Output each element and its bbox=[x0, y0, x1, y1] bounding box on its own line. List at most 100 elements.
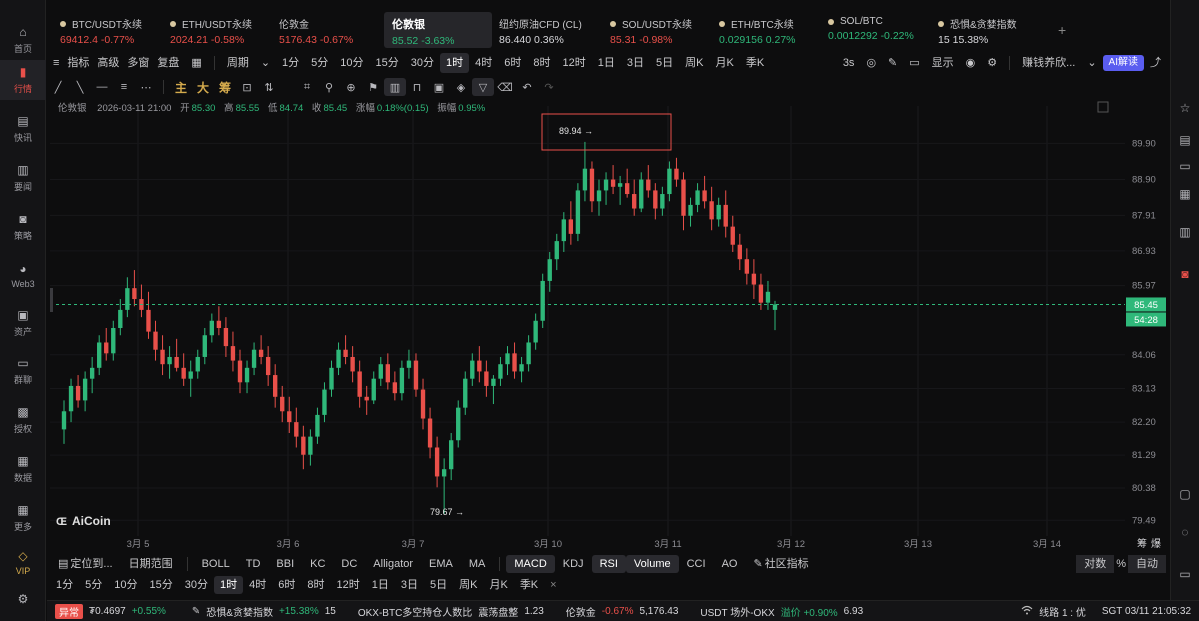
sub-indicator-2[interactable]: RSI bbox=[591, 555, 626, 573]
candle[interactable] bbox=[104, 328, 109, 361]
nav-item-7[interactable]: ▭ 群聊 bbox=[0, 351, 46, 391]
candle[interactable] bbox=[385, 353, 391, 390]
candle[interactable] bbox=[653, 183, 658, 220]
candle[interactable] bbox=[688, 197, 693, 227]
interval-6[interactable]: 4时 bbox=[469, 53, 498, 73]
candle[interactable] bbox=[533, 313, 538, 350]
interval-7[interactable]: 6时 bbox=[498, 53, 527, 73]
candle[interactable] bbox=[132, 270, 137, 307]
lock-icon[interactable]: ⊓ bbox=[406, 78, 428, 96]
chevron-down-icon[interactable]: ⌄ bbox=[255, 53, 276, 73]
fullscreen-icon[interactable] bbox=[1097, 101, 1109, 113]
bottom-interval-7[interactable]: 6时 bbox=[272, 576, 301, 594]
main-indicator-6[interactable]: EMA bbox=[421, 555, 461, 573]
candle[interactable] bbox=[646, 165, 651, 198]
candle[interactable] bbox=[209, 313, 215, 343]
candle[interactable] bbox=[336, 342, 341, 376]
magnet-icon[interactable]: ⊡ bbox=[236, 78, 258, 96]
date-range-button[interactable]: 日期范围 bbox=[121, 555, 181, 573]
candle[interactable] bbox=[68, 378, 74, 423]
candle[interactable] bbox=[216, 306, 222, 336]
candle[interactable] bbox=[709, 186, 714, 231]
candle[interactable] bbox=[357, 360, 362, 408]
ticker-item[interactable]: ETH/BTC永续 0.029156 0.27% bbox=[711, 12, 811, 48]
nav-item-4[interactable]: ◙ 策略 bbox=[0, 207, 46, 247]
main-indicator-1[interactable]: TD bbox=[238, 555, 269, 573]
edit-icon[interactable]: ✎ bbox=[192, 606, 200, 617]
ticker-item[interactable]: SOL/BTC 0.0012292 -0.22% bbox=[820, 12, 920, 48]
nav-item-2[interactable]: ▤ 快讯 bbox=[0, 109, 46, 149]
candle[interactable] bbox=[251, 342, 257, 376]
percent-scale-toggle[interactable]: % bbox=[1114, 555, 1128, 573]
eye-icon[interactable]: ◈ bbox=[450, 78, 472, 96]
ticker-item[interactable]: SOL/USDT永续 85.31 -0.98% bbox=[602, 12, 702, 48]
bottom-interval-15[interactable]: 季K bbox=[514, 576, 544, 594]
candle[interactable] bbox=[512, 342, 517, 379]
interval-11[interactable]: 3日 bbox=[621, 53, 650, 73]
candle[interactable] bbox=[456, 400, 461, 448]
theme-select[interactable]: 赚钱养欣... bbox=[1016, 53, 1081, 73]
bottom-interval-9[interactable]: 12时 bbox=[331, 576, 366, 594]
candle[interactable] bbox=[716, 197, 721, 227]
candle[interactable] bbox=[470, 353, 475, 386]
ticker-item[interactable]: 恐惧&贪婪指数 15 15.38% bbox=[930, 12, 1030, 48]
bottom-interval-6[interactable]: 4时 bbox=[243, 576, 272, 594]
display-button[interactable]: 显示 bbox=[926, 53, 960, 73]
candle[interactable] bbox=[491, 375, 496, 405]
interval-13[interactable]: 周K bbox=[679, 53, 709, 73]
dotted-line-icon[interactable]: ⋯ bbox=[135, 78, 157, 96]
bottom-interval-12[interactable]: 5日 bbox=[424, 576, 453, 594]
candle[interactable] bbox=[632, 179, 637, 216]
trash-icon[interactable]: ⌫ bbox=[494, 78, 516, 96]
candle[interactable] bbox=[406, 349, 412, 379]
ray-icon[interactable]: ╲ bbox=[69, 78, 91, 96]
sub-indicator-0[interactable]: MACD bbox=[506, 555, 555, 573]
candle[interactable] bbox=[772, 300, 778, 331]
candle[interactable] bbox=[617, 175, 623, 205]
candle[interactable] bbox=[441, 458, 447, 514]
layout-grid-icon[interactable]: ▦ bbox=[185, 53, 207, 73]
interval-1[interactable]: 5分 bbox=[305, 53, 334, 73]
chevron-down-icon[interactable]: ⌄ bbox=[1081, 53, 1102, 73]
gear-icon[interactable]: ⚙ bbox=[981, 53, 1003, 73]
bottom-interval-5[interactable]: 1时 bbox=[214, 576, 244, 594]
interval-15[interactable]: 季K bbox=[740, 53, 770, 73]
bottom-interval-11[interactable]: 3日 bbox=[395, 576, 424, 594]
period-select[interactable]: 周期 bbox=[221, 53, 255, 73]
redo-icon[interactable]: ↷ bbox=[538, 78, 560, 96]
candle[interactable] bbox=[350, 346, 355, 383]
candle[interactable] bbox=[167, 346, 172, 379]
candle[interactable] bbox=[75, 375, 81, 408]
candle[interactable] bbox=[575, 183, 581, 242]
candle[interactable] bbox=[498, 356, 503, 386]
candle[interactable] bbox=[273, 364, 278, 408]
zoom-icon[interactable]: ⊕ bbox=[340, 78, 362, 96]
candle[interactable] bbox=[125, 277, 130, 318]
candle[interactable] bbox=[554, 233, 559, 271]
candle[interactable] bbox=[484, 360, 489, 397]
bottom-interval-2[interactable]: 10分 bbox=[108, 576, 143, 594]
message-icon[interactable]: ▭ bbox=[1177, 566, 1193, 582]
candle[interactable] bbox=[603, 172, 609, 205]
chip-toggle-2[interactable]: 筹 bbox=[214, 78, 236, 96]
candle[interactable] bbox=[737, 233, 742, 271]
candle[interactable] bbox=[610, 165, 616, 195]
interval-3[interactable]: 15分 bbox=[370, 53, 405, 73]
ticker-item[interactable]: BTC/USDT永续 69412.4 -0.77% bbox=[52, 12, 152, 48]
chip-label[interactable]: 筹 bbox=[1137, 537, 1147, 550]
candle[interactable] bbox=[751, 259, 757, 300]
toolbar-left-3[interactable]: 复盘 bbox=[155, 53, 185, 73]
toolbar-left-2[interactable]: 多窗 bbox=[125, 53, 155, 73]
pattern-icon[interactable]: ▥ bbox=[384, 78, 406, 96]
candle[interactable] bbox=[364, 385, 369, 415]
candle[interactable] bbox=[188, 360, 193, 397]
nav-item-0[interactable]: ⌂ 首页 bbox=[0, 20, 46, 60]
candle[interactable] bbox=[181, 353, 186, 386]
candle[interactable] bbox=[596, 179, 602, 216]
candle[interactable] bbox=[505, 346, 510, 376]
candle[interactable] bbox=[308, 429, 313, 466]
candle[interactable] bbox=[674, 157, 679, 187]
robot-icon[interactable]: ◙ bbox=[1177, 266, 1193, 282]
candle[interactable] bbox=[526, 335, 531, 372]
bottom-interval-3[interactable]: 15分 bbox=[144, 576, 179, 594]
